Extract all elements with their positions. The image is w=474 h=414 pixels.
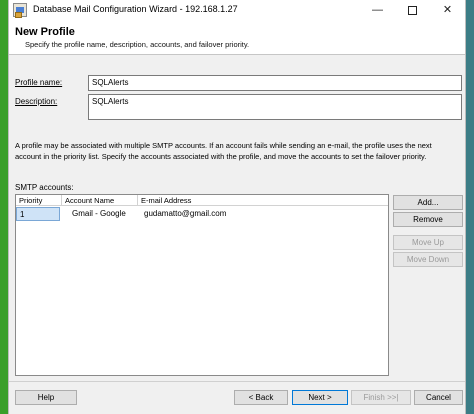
page-title: New Profile [15,26,75,38]
title-bar[interactable]: Database Mail Configuration Wizard - 192… [9,0,465,21]
move-down-button[interactable]: Move Down [393,252,463,267]
account-name-cell: Gmail - Google [72,209,126,218]
wizard-window: Database Mail Configuration Wizard - 192… [8,0,466,414]
smtp-accounts-label: SMTP accounts: [15,183,74,192]
smtp-accounts-grid[interactable]: Priority Account Name E-mail Address 1 G… [15,194,389,376]
close-icon: ✕ [442,4,453,16]
help-button[interactable]: Help [15,390,77,405]
failover-info-text: A profile may be associated with multipl… [15,141,432,161]
desktop-left-edge [0,0,8,414]
minimize-icon: — [372,4,383,16]
minimize-button[interactable]: — [360,0,395,21]
column-header-priority[interactable]: Priority [16,195,62,206]
maximize-button[interactable] [395,0,430,21]
description-label: Description: [15,97,58,106]
add-button[interactable]: Add... [393,195,463,210]
move-up-button[interactable]: Move Up [393,235,463,250]
back-button[interactable]: < Back [234,390,288,405]
priority-cell[interactable]: 1 [16,207,60,221]
desktop-right-edge [466,0,474,414]
column-header-email[interactable]: E-mail Address [138,195,388,206]
profile-name-input[interactable]: SQLAlerts [88,75,462,91]
wizard-header: New Profile Specify the profile name, de… [9,21,465,55]
table-row[interactable]: 1 Gmail - Google gudamatto@gmail.com [16,207,388,221]
grid-header: Priority Account Name E-mail Address [16,195,388,206]
finish-button[interactable]: Finish >>| [351,390,411,405]
remove-button[interactable]: Remove [393,212,463,227]
description-input[interactable]: SQLAlerts [88,94,462,120]
window-title: Database Mail Configuration Wizard - 192… [33,4,238,14]
email-cell: gudamatto@gmail.com [144,209,227,218]
page-subtitle: Specify the profile name, description, a… [25,40,250,49]
database-mail-icon [13,3,27,18]
next-button[interactable]: Next > [292,390,348,405]
column-header-account-name[interactable]: Account Name [62,195,138,206]
close-button[interactable]: ✕ [430,0,465,21]
cancel-button[interactable]: Cancel [414,390,463,405]
footer-divider [9,381,465,382]
profile-name-label: Profile name: [15,78,63,87]
maximize-icon [408,5,417,15]
